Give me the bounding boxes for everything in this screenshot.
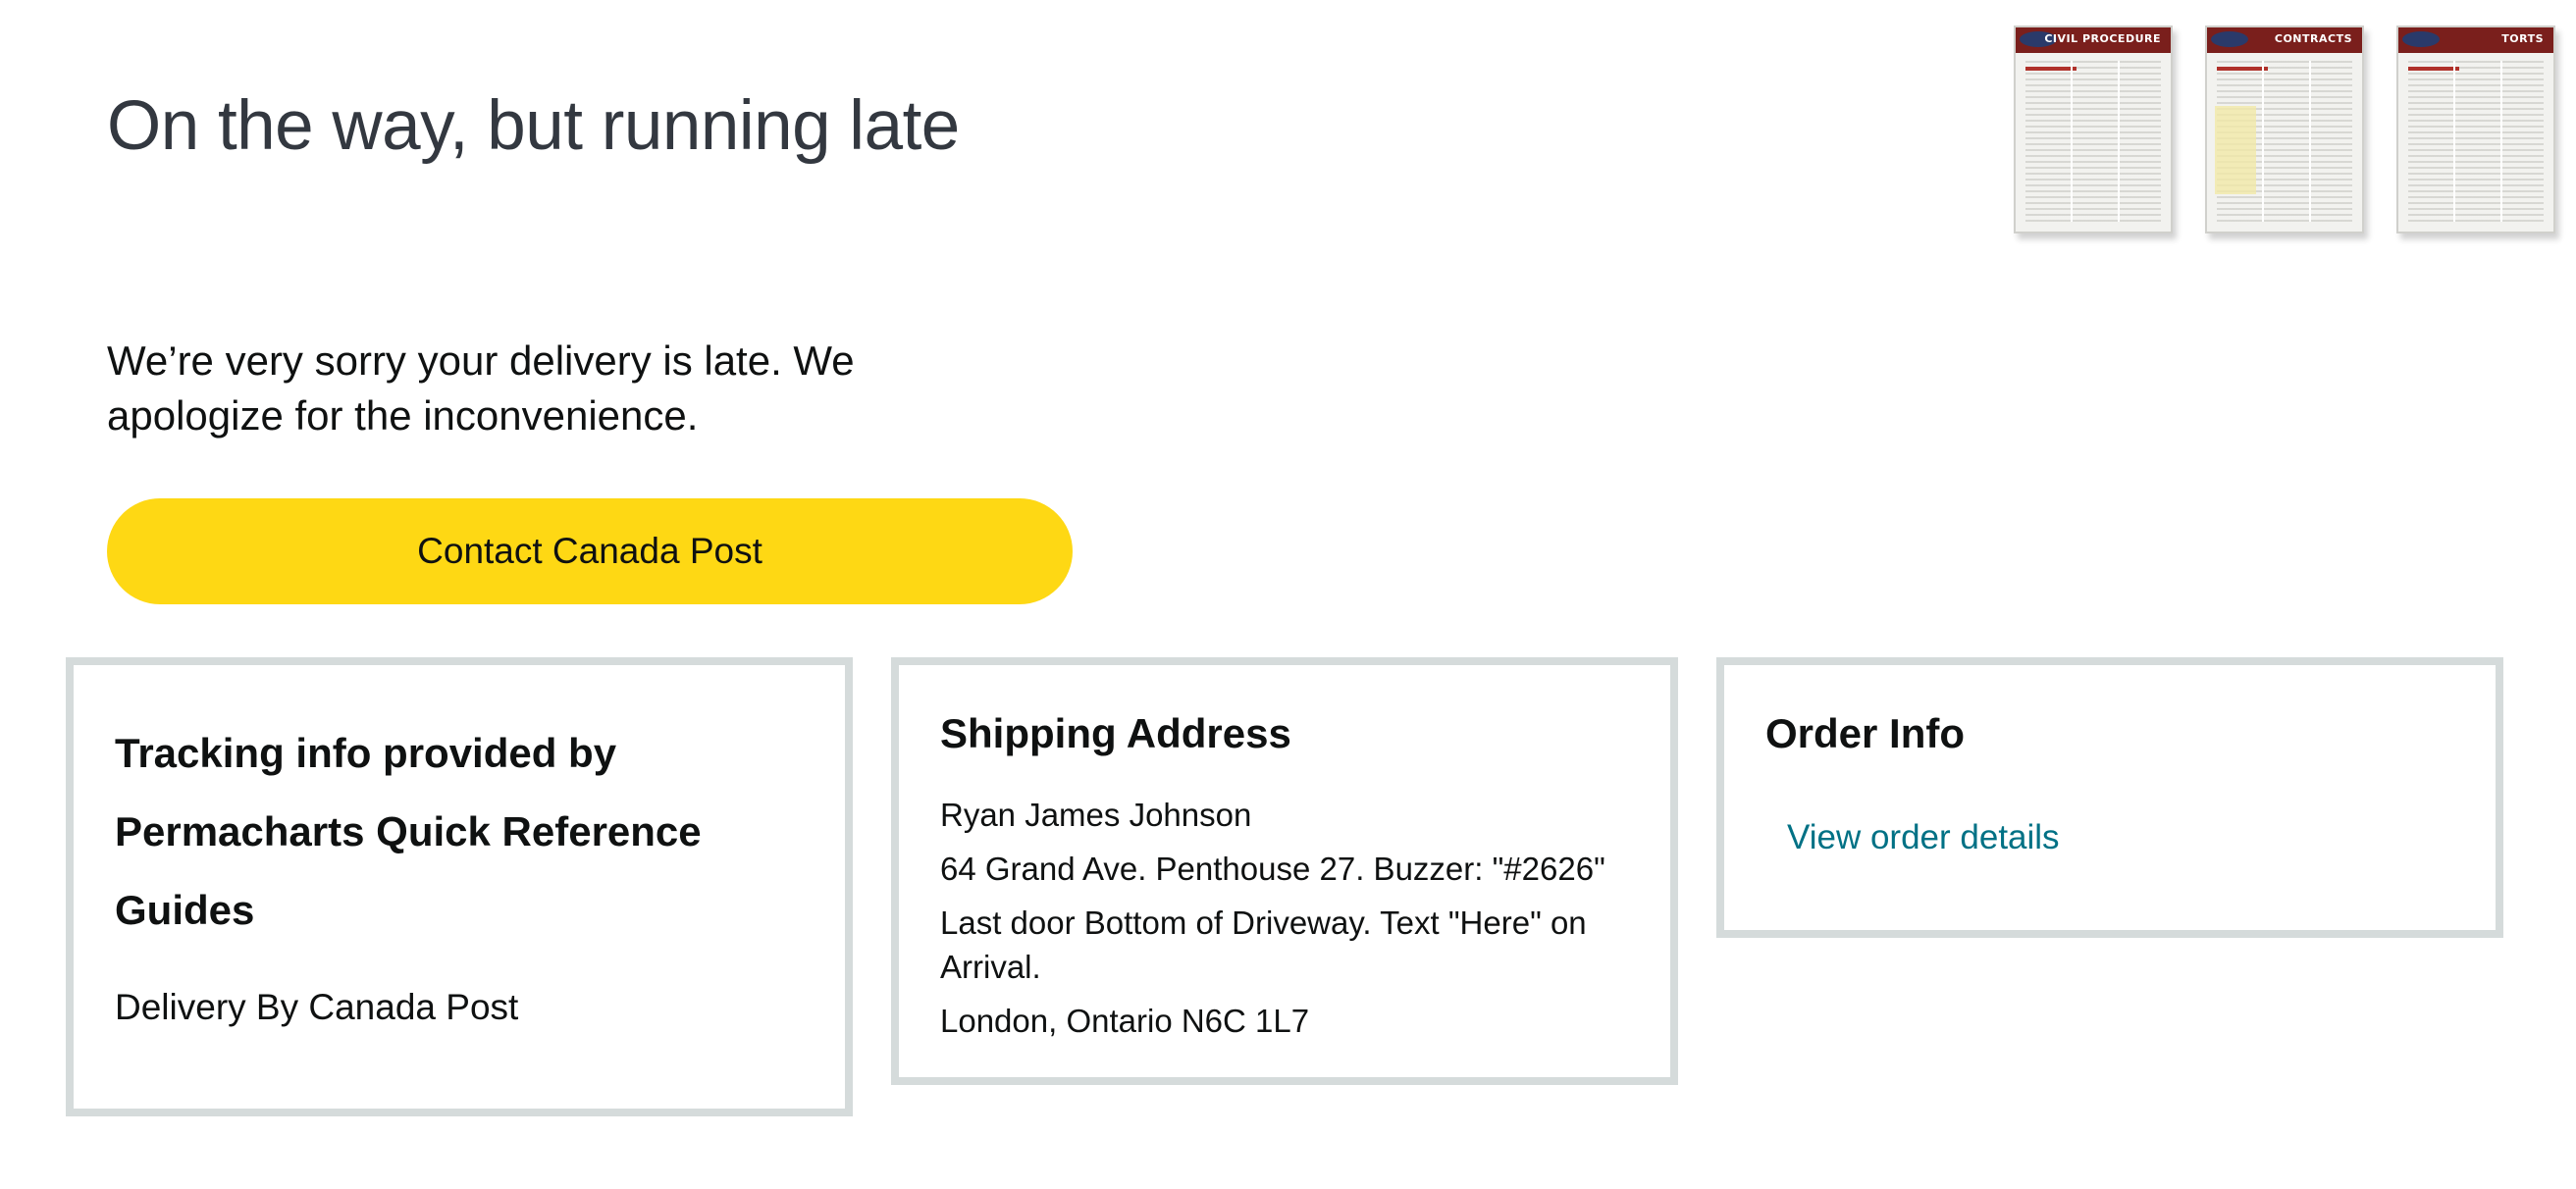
product-image-contracts[interactable]: CONTRACTS (2205, 26, 2364, 233)
product-image-torts[interactable]: TORTS (2396, 26, 2555, 233)
view-order-details-link[interactable]: View order details (1787, 818, 2060, 857)
tracking-info-card: Tracking info provided by Permacharts Qu… (66, 657, 853, 1116)
delivery-instructions: Last door Bottom of Driveway. Text "Here… (940, 905, 1587, 985)
product-image-label: CIVIL PROCEDURE (2044, 32, 2161, 45)
shipping-address-card: Shipping Address Ryan James Johnson 64 G… (891, 657, 1678, 1085)
product-image-label: CONTRACTS (2274, 32, 2352, 45)
city-province-postal: London, Ontario N6C 1L7 (940, 1003, 1310, 1039)
order-info-card: Order Info View order details (1716, 657, 2503, 938)
tracking-info-title: Tracking info provided by Permacharts Qu… (115, 730, 702, 933)
apology-message: We’re very sorry your delivery is late. … (107, 337, 855, 439)
address-line: 64 Grand Ave. Penthouse 27. Buzzer: "#26… (940, 851, 1605, 887)
shipping-address-lines: Ryan James Johnson 64 Grand Ave. Penthou… (940, 793, 1627, 1053)
order-info-title: Order Info (1765, 710, 1966, 756)
shipping-address-title: Shipping Address (940, 710, 1291, 756)
product-image-civil-procedure[interactable]: CIVIL PROCEDURE (2014, 26, 2173, 233)
page-title: On the way, but running late (107, 87, 960, 165)
product-thumbnails: CIVIL PROCEDURE CONTRACTS TORTS (2014, 26, 2563, 236)
product-image-label: TORTS (2501, 32, 2544, 45)
contact-carrier-button[interactable]: Contact Canada Post (107, 498, 1073, 604)
recipient-name: Ryan James Johnson (940, 797, 1252, 833)
carrier-text: Delivery By Canada Post (115, 987, 519, 1027)
